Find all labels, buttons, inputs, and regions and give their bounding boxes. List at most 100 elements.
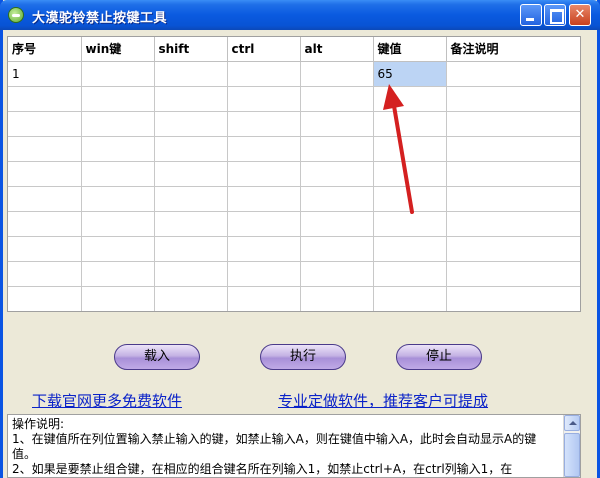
- grid-cell[interactable]: [446, 286, 580, 311]
- grid-cell[interactable]: [227, 261, 301, 287]
- instruction-line: 操作说明:: [12, 417, 65, 431]
- column-header[interactable]: 键值: [373, 37, 447, 62]
- download-link[interactable]: 下载官网更多免费软件: [32, 390, 182, 411]
- key-grid[interactable]: 序号 win键 shift ctrl alt 键值 备注说明 1 65: [7, 36, 581, 312]
- grid-cell[interactable]: [373, 286, 447, 311]
- instructions-scrollbar[interactable]: [563, 415, 580, 477]
- grid-cell[interactable]: [227, 186, 301, 212]
- grid-cell[interactable]: [81, 186, 155, 212]
- grid-cell[interactable]: [8, 86, 82, 112]
- grid-cell[interactable]: [154, 286, 228, 311]
- grid-cell[interactable]: [300, 186, 374, 212]
- grid-cell[interactable]: [81, 161, 155, 187]
- grid-cell[interactable]: [154, 111, 228, 137]
- grid-cell[interactable]: [373, 161, 447, 187]
- grid-cell[interactable]: [8, 211, 82, 237]
- grid-cell[interactable]: [81, 211, 155, 237]
- column-header[interactable]: ctrl: [227, 37, 301, 62]
- grid-cell[interactable]: [300, 61, 374, 87]
- grid-cell[interactable]: [446, 136, 580, 162]
- scroll-up-icon[interactable]: [564, 415, 580, 431]
- execute-button[interactable]: 执行: [260, 344, 346, 370]
- table-row: [8, 286, 580, 311]
- grid-cell[interactable]: [373, 236, 447, 262]
- grid-cell[interactable]: [8, 161, 82, 187]
- maximize-button[interactable]: [544, 4, 566, 26]
- grid-cell[interactable]: [154, 61, 228, 87]
- grid-cell[interactable]: [81, 286, 155, 311]
- grid-cell[interactable]: [81, 136, 155, 162]
- grid-cell[interactable]: [8, 186, 82, 212]
- grid-cell[interactable]: [81, 111, 155, 137]
- grid-cell[interactable]: [227, 286, 301, 311]
- grid-cell[interactable]: [446, 186, 580, 212]
- grid-cell[interactable]: [300, 111, 374, 137]
- grid-cell[interactable]: [373, 111, 447, 137]
- grid-cell[interactable]: [300, 236, 374, 262]
- instructions-box[interactable]: 操作说明: 1、在键值所在列位置输入禁止输入的键，如禁止输入A，则在键值中输入A，…: [7, 414, 581, 478]
- grid-cell[interactable]: [227, 211, 301, 237]
- table-row: [8, 186, 580, 212]
- grid-cell[interactable]: [373, 261, 447, 287]
- grid-cell[interactable]: [446, 261, 580, 287]
- grid-cell[interactable]: [446, 111, 580, 137]
- grid-cell[interactable]: [373, 86, 447, 112]
- grid-cell[interactable]: [154, 261, 228, 287]
- grid-cell[interactable]: [446, 161, 580, 187]
- stop-button[interactable]: 停止: [396, 344, 482, 370]
- grid-cell[interactable]: [227, 136, 301, 162]
- column-header[interactable]: 序号: [8, 37, 82, 62]
- grid-cell[interactable]: [373, 211, 447, 237]
- grid-cell[interactable]: [227, 61, 301, 87]
- grid-cell[interactable]: [300, 161, 374, 187]
- grid-cell[interactable]: [154, 86, 228, 112]
- grid-cell[interactable]: [154, 161, 228, 187]
- instructions-text: 操作说明: 1、在键值所在列位置输入禁止输入的键，如禁止输入A，则在键值中输入A，…: [12, 417, 560, 477]
- grid-cell[interactable]: [300, 136, 374, 162]
- grid-cell[interactable]: [373, 136, 447, 162]
- instruction-line: 1、在键值所在列位置输入禁止输入的键，如禁止输入A，则在键值中输入A，此时会自动…: [12, 432, 537, 461]
- column-header[interactable]: win键: [81, 37, 155, 62]
- grid-cell[interactable]: [154, 236, 228, 262]
- minimize-button[interactable]: [520, 4, 542, 26]
- grid-cell[interactable]: [227, 86, 301, 112]
- grid-cell[interactable]: [227, 236, 301, 262]
- load-button[interactable]: 载入: [114, 344, 200, 370]
- grid-cell[interactable]: [227, 111, 301, 137]
- grid-cell[interactable]: [81, 236, 155, 262]
- grid-cell[interactable]: [8, 261, 82, 287]
- grid-cell[interactable]: [81, 261, 155, 287]
- grid-cell[interactable]: 1: [8, 61, 82, 87]
- custom-software-link[interactable]: 专业定做软件，推荐客户可提成: [278, 390, 488, 411]
- grid-cell[interactable]: [300, 211, 374, 237]
- grid-cell[interactable]: [154, 136, 228, 162]
- grid-cell[interactable]: [227, 161, 301, 187]
- grid-cell[interactable]: [300, 86, 374, 112]
- grid-cell[interactable]: [300, 286, 374, 311]
- app-icon: [8, 7, 24, 23]
- table-row: [8, 136, 580, 162]
- grid-cell[interactable]: [300, 261, 374, 287]
- grid-cell[interactable]: [446, 236, 580, 262]
- grid-cell[interactable]: [446, 86, 580, 112]
- grid-cell[interactable]: [8, 111, 82, 137]
- scroll-thumb[interactable]: [564, 433, 580, 477]
- title-bar[interactable]: 大漠驼铃禁止按键工具 ✕: [0, 0, 600, 30]
- grid-cell[interactable]: [8, 286, 82, 311]
- grid-cell[interactable]: [446, 211, 580, 237]
- column-header[interactable]: 备注说明: [446, 37, 580, 62]
- column-header[interactable]: shift: [154, 37, 228, 62]
- instruction-line: 2、如果是要禁止组合键，在相应的组合键名所在列输入1，如禁止ctrl+A，在ct…: [12, 462, 513, 476]
- column-header[interactable]: alt: [300, 37, 374, 62]
- grid-cell[interactable]: [154, 211, 228, 237]
- grid-cell[interactable]: [81, 61, 155, 87]
- grid-cell[interactable]: 65: [373, 61, 447, 87]
- close-button[interactable]: ✕: [569, 4, 591, 26]
- table-row: [8, 261, 580, 287]
- grid-cell[interactable]: [8, 236, 82, 262]
- grid-cell[interactable]: [8, 136, 82, 162]
- grid-cell[interactable]: [373, 186, 447, 212]
- grid-cell[interactable]: [154, 186, 228, 212]
- grid-cell[interactable]: [81, 86, 155, 112]
- grid-cell[interactable]: [446, 61, 580, 87]
